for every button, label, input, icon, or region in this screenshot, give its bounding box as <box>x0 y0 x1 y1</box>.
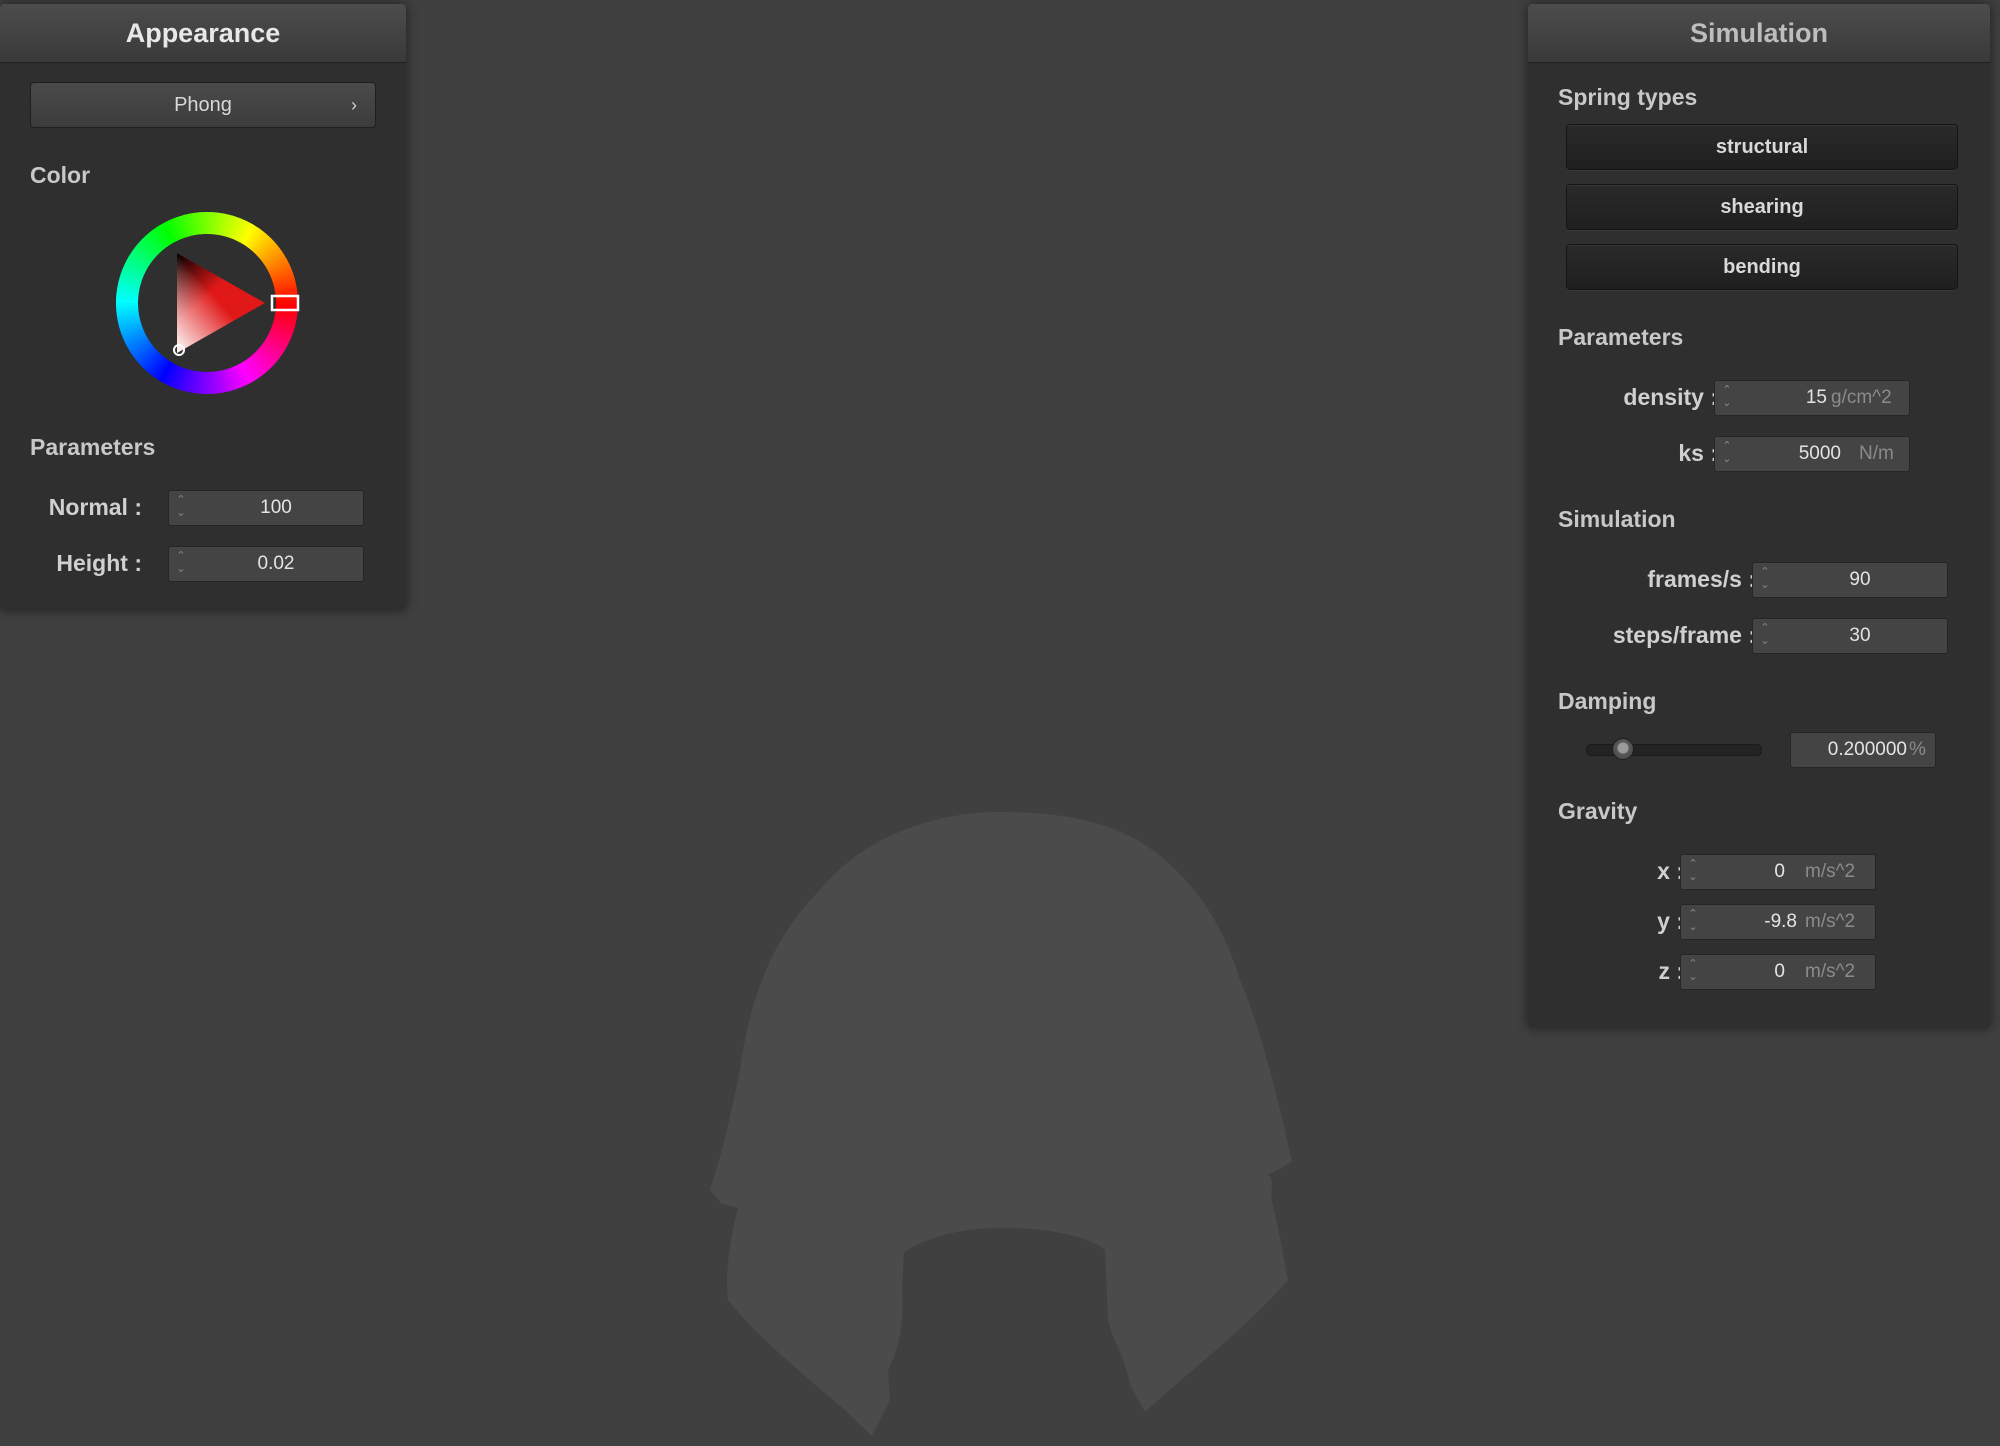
spinner-arrows-icon[interactable]: ⌃ ⌄ <box>175 494 187 522</box>
color-group-label: Color <box>30 162 91 188</box>
bending-button[interactable]: bending <box>1566 244 1958 290</box>
spinner-arrows-icon[interactable]: ⌃ ⌄ <box>1721 440 1733 468</box>
gravity-y-unit: m/s^2 <box>1805 911 1856 932</box>
spinner-arrows-icon[interactable]: ⌃ ⌄ <box>1759 622 1771 650</box>
chevron-right-icon: › <box>351 95 357 115</box>
ks-input[interactable]: ⌃ ⌄ 5000 N/m <box>1714 436 1910 472</box>
normal-value: 100 <box>260 497 292 518</box>
normal-label: Normal : <box>48 494 142 520</box>
appearance-panel: Appearance Phong › Color Parameters Norm… <box>0 4 406 610</box>
gravity-z-label: z : <box>1658 958 1684 984</box>
gravity-x-label: x : <box>1657 858 1684 884</box>
frames-per-s-input[interactable]: ⌃ ⌄ 90 <box>1752 562 1948 598</box>
simulation-group-label: Simulation <box>1558 506 1676 532</box>
height-input[interactable]: ⌃ ⌄ 0.02 <box>168 546 364 582</box>
density-label: density : <box>1623 384 1718 410</box>
ks-value: 5000 <box>1798 443 1841 464</box>
damping-input[interactable]: 0.200000 % <box>1790 732 1936 768</box>
steps-per-frame-value: 30 <box>1849 625 1871 646</box>
saturation-value-triangle[interactable] <box>177 253 265 353</box>
frames-per-s-value: 90 <box>1849 569 1871 590</box>
simulation-parameters-label: Parameters <box>1558 324 1684 350</box>
spinner-arrows-icon[interactable]: ⌃ ⌄ <box>1687 958 1699 986</box>
color-wheel[interactable] <box>112 208 302 398</box>
density-unit: g/cm^2 <box>1831 387 1892 408</box>
gravity-y-label: y : <box>1657 908 1684 934</box>
damping-value: 0.200000 <box>1827 739 1907 760</box>
spinner-arrows-icon[interactable]: ⌃ ⌄ <box>1759 566 1771 594</box>
appearance-panel-title: Appearance <box>0 4 406 63</box>
structural-button[interactable]: structural <box>1566 124 1958 170</box>
spinner-arrows-icon[interactable]: ⌃ ⌄ <box>1721 384 1733 412</box>
normal-input[interactable]: ⌃ ⌄ 100 <box>168 490 364 526</box>
gravity-x-value: 0 <box>1774 861 1785 882</box>
damping-unit: % <box>1909 739 1926 760</box>
density-value: 15 <box>1805 387 1827 408</box>
steps-per-frame-input[interactable]: ⌃ ⌄ 30 <box>1752 618 1948 654</box>
steps-per-frame-label: steps/frame : <box>1612 622 1756 648</box>
spinner-arrows-icon[interactable]: ⌃ ⌄ <box>1687 858 1699 886</box>
shearing-button[interactable]: shearing <box>1566 184 1958 230</box>
height-value: 0.02 <box>257 553 295 574</box>
gravity-x-input[interactable]: ⌃ ⌄ 0 m/s^2 <box>1680 854 1876 890</box>
damping-slider[interactable] <box>1586 738 1762 760</box>
gravity-x-unit: m/s^2 <box>1805 861 1856 882</box>
spinner-arrows-icon[interactable]: ⌃ ⌄ <box>175 550 187 578</box>
simulation-panel: Simulation Spring types structural shear… <box>1528 4 1990 1028</box>
simulation-panel-title: Simulation <box>1528 4 1990 63</box>
damping-label: Damping <box>1558 688 1657 714</box>
gravity-z-value: 0 <box>1774 961 1785 982</box>
gravity-z-unit: m/s^2 <box>1805 961 1856 982</box>
spinner-arrows-icon[interactable]: ⌃ ⌄ <box>1687 908 1699 936</box>
shader-dropdown-label: Phong <box>174 94 232 116</box>
frames-per-s-label: frames/s : <box>1647 566 1756 592</box>
ks-unit: N/m <box>1859 443 1894 464</box>
damping-slider-knob[interactable] <box>1611 738 1634 760</box>
gravity-y-value: -9.8 <box>1764 911 1797 932</box>
density-input[interactable]: ⌃ ⌄ 15 g/cm^2 <box>1714 380 1910 416</box>
gravity-z-input[interactable]: ⌃ ⌄ 0 m/s^2 <box>1680 954 1876 990</box>
gravity-label: Gravity <box>1558 798 1638 824</box>
appearance-parameters-label: Parameters <box>30 434 156 460</box>
ks-label: ks : <box>1678 440 1718 466</box>
gravity-y-input[interactable]: ⌃ ⌄ -9.8 m/s^2 <box>1680 904 1876 940</box>
height-label: Height : <box>56 550 142 576</box>
spring-types-label: Spring types <box>1558 84 1698 110</box>
shader-dropdown[interactable]: Phong › <box>30 82 376 128</box>
